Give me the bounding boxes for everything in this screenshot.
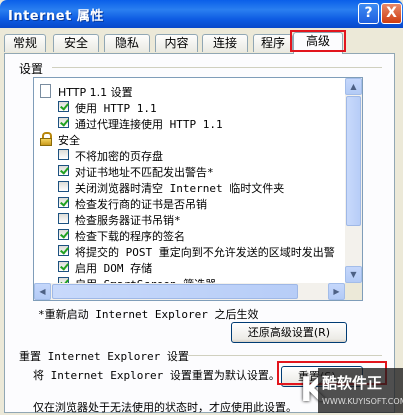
- watermark-url: WWW.KUYISOFT.COM: [322, 397, 403, 406]
- lock-icon: [39, 132, 53, 146]
- restart-note: *重新启动 Internet Explorer 之后生效: [38, 308, 259, 321]
- window-title: Internet 属性: [8, 9, 104, 24]
- checkbox-checked[interactable]: [58, 117, 69, 128]
- reset-group-divider: [188, 355, 382, 356]
- vertical-scrollbar[interactable]: ▲ ▼: [345, 78, 362, 283]
- checkbox-checked[interactable]: [58, 101, 69, 112]
- category-label: 安全: [58, 134, 80, 147]
- scroll-right-button[interactable]: ▶: [328, 283, 345, 300]
- setting-label: 将提交的 POST 重定向到不允许发送的区域时发出警: [75, 246, 335, 259]
- reset-group-title: 重置 Internet Explorer 设置: [19, 350, 189, 363]
- restore-advanced-settings-button[interactable]: 还原高级设置(R): [231, 322, 347, 343]
- arrow-right-icon: ▶: [333, 287, 340, 296]
- advanced-tab-highlight: [290, 30, 346, 52]
- title-bar[interactable]: Internet 属性 ? X: [0, 0, 403, 28]
- horizontal-scroll-thumb[interactable]: [52, 284, 298, 299]
- setting-label: 对证书地址不匹配发出警告*: [75, 166, 214, 179]
- setting-label: 检查下载的程序的签名: [75, 230, 185, 243]
- arrow-up-icon: ▲: [350, 82, 357, 91]
- checkbox-unchecked[interactable]: [58, 213, 69, 224]
- checkbox-checked[interactable]: [58, 197, 69, 208]
- settings-group-title: 设置: [19, 62, 44, 76]
- setting-label: 检查服务器证书吊销*: [75, 214, 181, 227]
- tab-programs[interactable]: 程序: [253, 34, 293, 52]
- close-button[interactable]: X: [381, 3, 402, 24]
- scroll-corner: [345, 283, 362, 300]
- setting-label: 不将加密的页存盘: [75, 150, 163, 163]
- checkbox-checked[interactable]: [58, 245, 69, 256]
- checkbox-checked[interactable]: [58, 229, 69, 240]
- checkbox-checked[interactable]: [58, 165, 69, 176]
- close-icon: X: [386, 5, 397, 21]
- watermark-title: 酷软件正: [322, 374, 383, 392]
- tab-connections[interactable]: 连接: [202, 34, 248, 52]
- setting-label: 启用 DOM 存储: [75, 262, 153, 275]
- setting-label: 关闭浏览器时清空 Internet 临时文件夹: [75, 182, 285, 195]
- category-label: HTTP 1.1 设置: [58, 86, 133, 99]
- page-icon: [40, 84, 51, 98]
- setting-label: 通过代理连接使用 HTTP 1.1: [75, 118, 223, 131]
- checkbox-unchecked[interactable]: [58, 181, 69, 192]
- scroll-down-button[interactable]: ▼: [345, 266, 362, 283]
- help-button[interactable]: ?: [358, 3, 379, 24]
- vertical-scroll-thumb[interactable]: [346, 96, 361, 226]
- checkbox-checked[interactable]: [58, 261, 69, 272]
- scroll-left-button[interactable]: ◀: [34, 283, 51, 300]
- tab-general[interactable]: 常规: [4, 34, 46, 52]
- tab-security[interactable]: 安全: [53, 34, 99, 52]
- watermark: 酷软件正 WWW.KUYISOFT.COM: [318, 368, 403, 413]
- tab-content[interactable]: 内容: [155, 34, 198, 52]
- horizontal-scrollbar[interactable]: ◀ ▶: [34, 283, 345, 300]
- arrow-left-icon: ◀: [39, 287, 46, 296]
- setting-label: 检查发行商的证书是否吊销: [75, 198, 207, 211]
- arrow-down-icon: ▼: [350, 270, 357, 279]
- settings-group-divider: [52, 67, 382, 68]
- tab-privacy[interactable]: 隐私: [104, 34, 150, 52]
- checkbox-unchecked[interactable]: [58, 149, 69, 160]
- help-icon: ?: [364, 5, 373, 21]
- settings-tree[interactable]: HTTP 1.1 设置 使用 HTTP 1.1 通过代理连接使用 HTTP 1.…: [33, 77, 363, 301]
- reset-description: 将 Internet Explorer 设置重置为默认设置。: [33, 369, 280, 382]
- scroll-up-button[interactable]: ▲: [345, 78, 362, 95]
- setting-label: 使用 HTTP 1.1: [75, 102, 157, 115]
